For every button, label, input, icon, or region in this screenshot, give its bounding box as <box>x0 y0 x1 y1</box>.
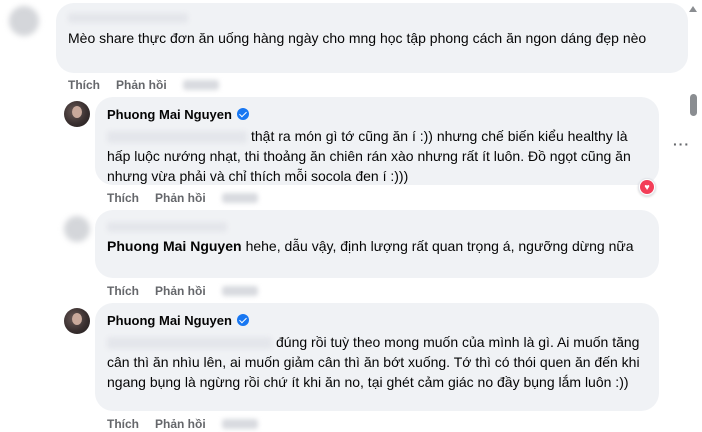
like-button[interactable]: Thích <box>68 78 100 92</box>
timestamp-redacted <box>221 193 258 203</box>
timestamp-redacted <box>182 80 219 90</box>
timestamp-redacted <box>221 286 258 296</box>
author-name-redacted[interactable] <box>107 218 647 232</box>
comment-text: đúng rồi tuỳ theo mong muốn của mình là … <box>107 332 647 392</box>
comment-actions: Thích Phản hồi <box>107 190 258 206</box>
author-label[interactable]: Phuong Mai Nguyen <box>107 107 232 122</box>
timestamp-redacted <box>221 419 258 429</box>
comment-actions: Thích Phản hồi <box>68 77 219 93</box>
scrollbar[interactable] <box>689 0 700 432</box>
verified-badge-icon <box>236 314 249 326</box>
scroll-up-arrow-icon[interactable] <box>689 6 697 12</box>
author-label[interactable]: Phuong Mai Nguyen <box>107 313 232 328</box>
comment-body: hehe, dẫu vậy, định lượng rất quan trọng… <box>245 238 634 254</box>
mention-tag[interactable]: Phuong Mai Nguyen <box>107 238 242 254</box>
comment-actions: Thích Phản hồi <box>107 416 258 432</box>
more-options-icon[interactable]: ··· <box>673 136 690 152</box>
avatar[interactable] <box>64 216 90 242</box>
comment-text: Mèo share thực đơn ăn uống hàng ngày cho… <box>68 30 647 46</box>
reply-button[interactable]: Phản hồi <box>155 417 206 431</box>
author-name[interactable]: Phuong Mai Nguyen <box>107 311 647 329</box>
mention-redacted[interactable] <box>107 337 272 350</box>
comment-text: thật ra món gì tớ cũng ăn í :)) nhưng ch… <box>107 126 647 186</box>
like-button[interactable]: Thích <box>107 284 139 298</box>
mention-redacted[interactable] <box>107 131 247 144</box>
comment-bubble: Phuong Mai Nguyen thật ra món gì tớ cũng… <box>95 97 659 185</box>
reply-button[interactable]: Phản hồi <box>155 191 206 205</box>
avatar[interactable] <box>9 6 39 36</box>
avatar[interactable] <box>64 101 90 127</box>
author-name-redacted[interactable] <box>68 9 676 25</box>
reply-button[interactable]: Phản hồi <box>155 284 206 298</box>
heart-icon: ♥ <box>640 180 654 194</box>
comment-text: Phuong Mai Nguyen hehe, dẫu vậy, định lượ… <box>107 236 647 256</box>
comment-bubble: Mèo share thực đơn ăn uống hàng ngày cho… <box>56 3 688 73</box>
avatar[interactable] <box>64 308 90 334</box>
like-button[interactable]: Thích <box>107 417 139 431</box>
verified-badge-icon <box>236 108 249 120</box>
reply-button[interactable]: Phản hồi <box>116 78 167 92</box>
scroll-thumb[interactable] <box>690 94 697 116</box>
author-name[interactable]: Phuong Mai Nguyen <box>107 105 647 123</box>
comment-bubble: Phuong Mai Nguyen đúng rồi tuỳ theo mong… <box>95 303 659 411</box>
like-button[interactable]: Thích <box>107 191 139 205</box>
reaction-badge[interactable]: ♥ <box>638 178 656 196</box>
comment-actions: Thích Phản hồi <box>107 283 258 299</box>
comment-bubble: Phuong Mai Nguyen hehe, dẫu vậy, định lượ… <box>95 210 659 278</box>
